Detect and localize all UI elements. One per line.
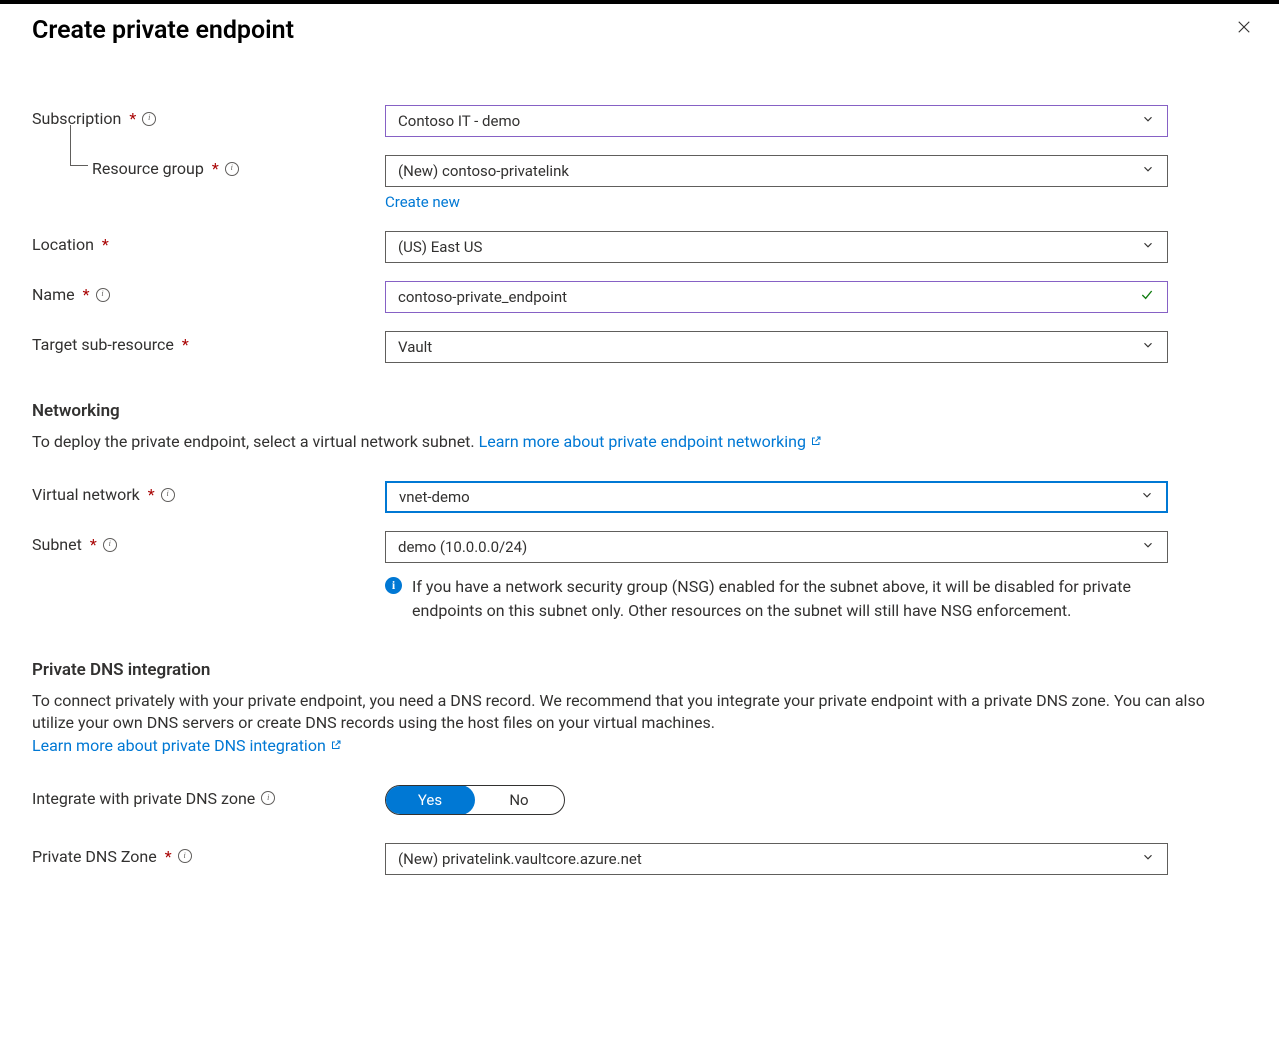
virtual-network-select[interactable]: vnet-demo — [385, 481, 1168, 513]
dns-learn-more-link[interactable]: Learn more about private DNS integration — [32, 736, 342, 755]
toggle-option-yes[interactable]: Yes — [385, 785, 475, 815]
chevron-down-icon — [1141, 538, 1155, 556]
chevron-down-icon — [1140, 488, 1154, 506]
toggle-option-no[interactable]: No — [474, 786, 564, 814]
networking-learn-more-link[interactable]: Learn more about private endpoint networ… — [479, 432, 822, 451]
dns-description: To connect privately with your private e… — [32, 690, 1247, 757]
chevron-down-icon — [1141, 338, 1155, 356]
chevron-down-icon — [1141, 162, 1155, 180]
integrate-dns-toggle[interactable]: Yes No — [385, 785, 565, 815]
info-icon[interactable]: i — [161, 488, 175, 502]
check-icon — [1139, 287, 1155, 307]
subnet-select[interactable]: demo (10.0.0.0/24) — [385, 531, 1168, 563]
resource-group-select[interactable]: (New) contoso-privatelink — [385, 155, 1168, 187]
external-link-icon — [810, 432, 822, 451]
nsg-info-note: i If you have a network security group (… — [385, 575, 1168, 621]
target-sub-resource-label: Target sub-resource* — [32, 331, 385, 354]
name-label: Name* i — [32, 281, 385, 304]
chevron-down-icon — [1141, 112, 1155, 130]
close-icon — [1235, 24, 1253, 40]
subscription-select[interactable]: Contoso IT - demo — [385, 105, 1168, 137]
name-input[interactable]: contoso-private_endpoint — [385, 281, 1168, 313]
location-select[interactable]: (US) East US — [385, 231, 1168, 263]
target-sub-resource-select[interactable]: Vault — [385, 331, 1168, 363]
private-dns-zone-select[interactable]: (New) privatelink.vaultcore.azure.net — [385, 843, 1168, 875]
close-button[interactable] — [1231, 14, 1257, 44]
info-icon[interactable]: i — [96, 288, 110, 302]
subnet-label: Subnet* i — [32, 531, 385, 554]
resource-group-label: Resource group* i — [32, 155, 385, 178]
info-icon[interactable]: i — [142, 112, 156, 126]
info-icon[interactable]: i — [225, 162, 239, 176]
panel-title: Create private endpoint — [32, 16, 294, 45]
subscription-label: Subscription* i — [32, 105, 385, 128]
dns-heading: Private DNS integration — [32, 660, 1247, 680]
virtual-network-label: Virtual network* i — [32, 481, 385, 504]
chevron-down-icon — [1141, 238, 1155, 256]
location-label: Location* — [32, 231, 385, 254]
create-private-endpoint-panel: Create private endpoint Subscription* i … — [0, 4, 1279, 933]
private-dns-zone-label: Private DNS Zone* i — [32, 843, 385, 866]
networking-description: To deploy the private endpoint, select a… — [32, 431, 1247, 453]
info-icon[interactable]: i — [103, 538, 117, 552]
integrate-dns-label: Integrate with private DNS zone i — [32, 785, 385, 808]
info-icon[interactable]: i — [178, 849, 192, 863]
info-filled-icon: i — [385, 577, 402, 594]
create-new-link[interactable]: Create new — [385, 193, 460, 211]
info-icon[interactable]: i — [261, 791, 275, 805]
panel-header: Create private endpoint — [32, 16, 1247, 45]
external-link-icon — [330, 736, 342, 755]
chevron-down-icon — [1141, 850, 1155, 868]
networking-heading: Networking — [32, 401, 1247, 421]
